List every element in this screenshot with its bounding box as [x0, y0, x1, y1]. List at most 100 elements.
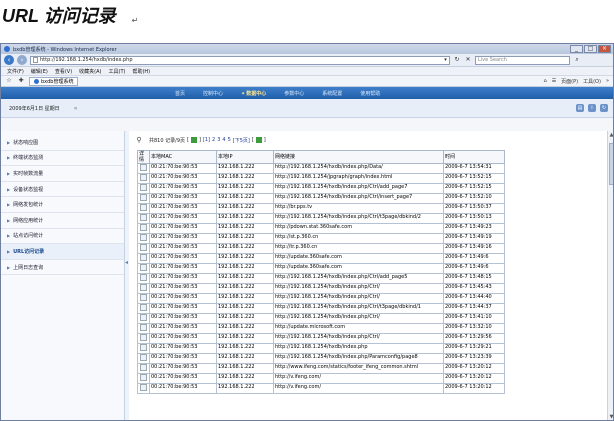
- table-row[interactable]: 00:21:70:be:90:53 192.168.1.222 http://192…: [137, 353, 505, 364]
- maximize-button[interactable]: □: [584, 45, 597, 53]
- detail-icon[interactable]: [140, 374, 147, 381]
- detail-icon[interactable]: [140, 244, 147, 251]
- table-row[interactable]: 00:21:70:be:90:53 192.168.1.222 http://pdo…: [137, 223, 505, 234]
- favorites-star-icon[interactable]: ☆: [5, 77, 13, 85]
- table-row[interactable]: 00:21:70:be:90:53 192.168.1.222 http://192…: [137, 163, 505, 174]
- search-icon[interactable]: ⌕: [573, 56, 581, 64]
- page-link[interactable]: 4: [222, 137, 225, 143]
- export-icon[interactable]: ▤: [576, 104, 584, 112]
- sidebar-item-terminal-monitor[interactable]: ▶ 终端状态监测: [1, 151, 124, 167]
- detail-icon[interactable]: [140, 334, 147, 341]
- scroll-up-icon[interactable]: ▲: [608, 131, 613, 139]
- table-row[interactable]: 00:21:70:be:90:53 192.168.1.222 http://192…: [137, 183, 505, 194]
- close-button[interactable]: ×: [598, 45, 611, 53]
- detail-icon[interactable]: [140, 284, 147, 291]
- browser-tab[interactable]: bxdb管理系统: [29, 76, 79, 86]
- table-row[interactable]: 00:21:70:be:90:53 192.168.1.222 http://www…: [137, 363, 505, 374]
- address-bar[interactable]: http://192.168.1.254/hxdb/index.php ▾: [30, 55, 450, 65]
- scroll-down-icon[interactable]: ▼: [608, 414, 613, 420]
- table-row[interactable]: 00:21:70:be:90:53 192.168.1.222 http://192…: [137, 313, 505, 324]
- search-input[interactable]: Live Search: [475, 55, 570, 65]
- table-row[interactable]: 00:21:70:be:90:53 192.168.1.222 http://192…: [137, 333, 505, 344]
- table-row[interactable]: 00:21:70:be:90:53 192.168.1.222 http://st.…: [137, 233, 505, 244]
- add-favorite-icon[interactable]: ✚: [17, 77, 25, 85]
- home-icon[interactable]: ⌂: [544, 78, 547, 85]
- table-row[interactable]: 00:21:70:be:90:53 192.168.1.222 http://upd…: [137, 323, 505, 334]
- minimize-button[interactable]: _: [570, 45, 583, 53]
- detail-icon[interactable]: [140, 294, 147, 301]
- vertical-scrollbar[interactable]: ▲ ▼: [607, 131, 613, 420]
- detail-icon[interactable]: [140, 364, 147, 371]
- binoculars-icon[interactable]: ⚲: [135, 136, 143, 144]
- table-row[interactable]: 00:21:70:be:90:53 192.168.1.222 http://br.…: [137, 203, 505, 214]
- excel-export-icon[interactable]: [255, 137, 262, 143]
- stop-icon[interactable]: ✕: [464, 56, 472, 64]
- detail-icon[interactable]: [140, 254, 147, 261]
- table-row[interactable]: 00:21:70:be:90:53 192.168.1.222 http://192…: [137, 283, 505, 294]
- sidebar-item-packet-stats[interactable]: ▶ 网络发包统计: [1, 197, 124, 213]
- table-row[interactable]: 00:21:70:be:90:53 192.168.1.222 http://192…: [137, 273, 505, 284]
- page-icon[interactable]: [190, 137, 197, 143]
- detail-icon[interactable]: [140, 344, 147, 351]
- detail-icon[interactable]: [140, 224, 147, 231]
- detail-icon[interactable]: [140, 184, 147, 191]
- menu-file[interactable]: 文件(F): [7, 68, 24, 75]
- back-button[interactable]: ‹: [4, 55, 14, 65]
- detail-icon[interactable]: [140, 274, 147, 281]
- nav-home[interactable]: 首页: [175, 90, 185, 97]
- page-link[interactable]: 5: [228, 137, 231, 143]
- menu-edit[interactable]: 编辑(E): [31, 68, 48, 75]
- page-link[interactable]: 2: [212, 137, 215, 143]
- nav-data-center[interactable]: ✦数据中心: [241, 90, 266, 97]
- table-row[interactable]: 00:21:70:be:90:53 192.168.1.222 http://v.i…: [137, 373, 505, 384]
- table-row[interactable]: 00:21:70:be:90:53 192.168.1.222 http://tr.…: [137, 243, 505, 254]
- refresh-page-icon[interactable]: ↻: [600, 104, 608, 112]
- next-pages-link[interactable]: [下5页]: [233, 137, 250, 144]
- detail-icon[interactable]: [140, 164, 147, 171]
- refresh-icon[interactable]: ↻: [453, 56, 461, 64]
- table-row[interactable]: 00:21:70:be:90:53 192.168.1.222 http://192…: [137, 293, 505, 304]
- sidebar-item-web-log[interactable]: ▶ 上网日志查询: [1, 260, 124, 276]
- menu-view[interactable]: 查看(V): [55, 68, 72, 75]
- nav-system-config[interactable]: 系统配置: [322, 90, 342, 97]
- detail-icon[interactable]: [140, 354, 147, 361]
- table-row[interactable]: 00:21:70:be:90:53 192.168.1.222 http://upd…: [137, 253, 505, 264]
- sidebar-item-status-chart[interactable]: ▶ 状态响应图: [1, 135, 124, 151]
- collapse-left-icon[interactable]: «: [74, 105, 78, 112]
- chevron-down-icon[interactable]: ▾: [442, 57, 449, 64]
- detail-icon[interactable]: [140, 174, 147, 181]
- detail-icon[interactable]: [140, 194, 147, 201]
- table-row[interactable]: 00:21:70:be:90:53 192.168.1.222 http://192…: [137, 213, 505, 224]
- nav-help[interactable]: 使用帮助: [360, 90, 380, 97]
- nav-control-center[interactable]: 控制中心: [203, 90, 223, 97]
- table-row[interactable]: 00:21:70:be:90:53 192.168.1.222 http://192…: [137, 173, 505, 184]
- page-link[interactable]: 3: [217, 137, 220, 143]
- table-row[interactable]: 00:21:70:be:90:53 192.168.1.222 http://upd…: [137, 263, 505, 274]
- page-link[interactable]: [1]: [203, 137, 210, 143]
- table-row[interactable]: 00:21:70:be:90:53 192.168.1.222 http://192…: [137, 303, 505, 314]
- nav-param-center[interactable]: 参数中心: [284, 90, 304, 97]
- detail-icon[interactable]: [140, 384, 147, 391]
- table-row[interactable]: 00:21:70:be:90:53 192.168.1.222 http://192…: [137, 193, 505, 204]
- forward-button[interactable]: ›: [17, 55, 27, 65]
- more-icon[interactable]: »: [606, 78, 609, 85]
- detail-icon[interactable]: [140, 324, 147, 331]
- sidebar-item-realtime-traffic[interactable]: ▶ 实时帧数流量: [1, 166, 124, 182]
- menu-tools[interactable]: 工具(T): [109, 68, 126, 75]
- table-row[interactable]: 00:21:70:be:90:53 192.168.1.222 http://v.i…: [137, 383, 505, 394]
- menu-favorites[interactable]: 收藏夹(A): [79, 68, 101, 75]
- detail-icon[interactable]: [140, 204, 147, 211]
- detail-icon[interactable]: [140, 314, 147, 321]
- detail-icon[interactable]: [140, 264, 147, 271]
- sidebar-item-site-stats[interactable]: ▶ 站点访问统计: [1, 229, 124, 245]
- scroll-thumb[interactable]: [609, 143, 613, 185]
- page-menu[interactable]: 页面(P): [561, 78, 578, 85]
- menu-help[interactable]: 帮助(H): [132, 68, 150, 75]
- detail-icon[interactable]: [140, 234, 147, 241]
- sidebar-item-app-stats[interactable]: ▶ 网络应用统计: [1, 213, 124, 229]
- detail-icon[interactable]: [140, 214, 147, 221]
- info-icon[interactable]: i: [588, 104, 596, 112]
- sidebar-item-device-status[interactable]: ▶ 设备状态监视: [1, 182, 124, 198]
- detail-icon[interactable]: [140, 304, 147, 311]
- sidebar-item-url-log[interactable]: ▶ URL访问记录: [1, 244, 124, 260]
